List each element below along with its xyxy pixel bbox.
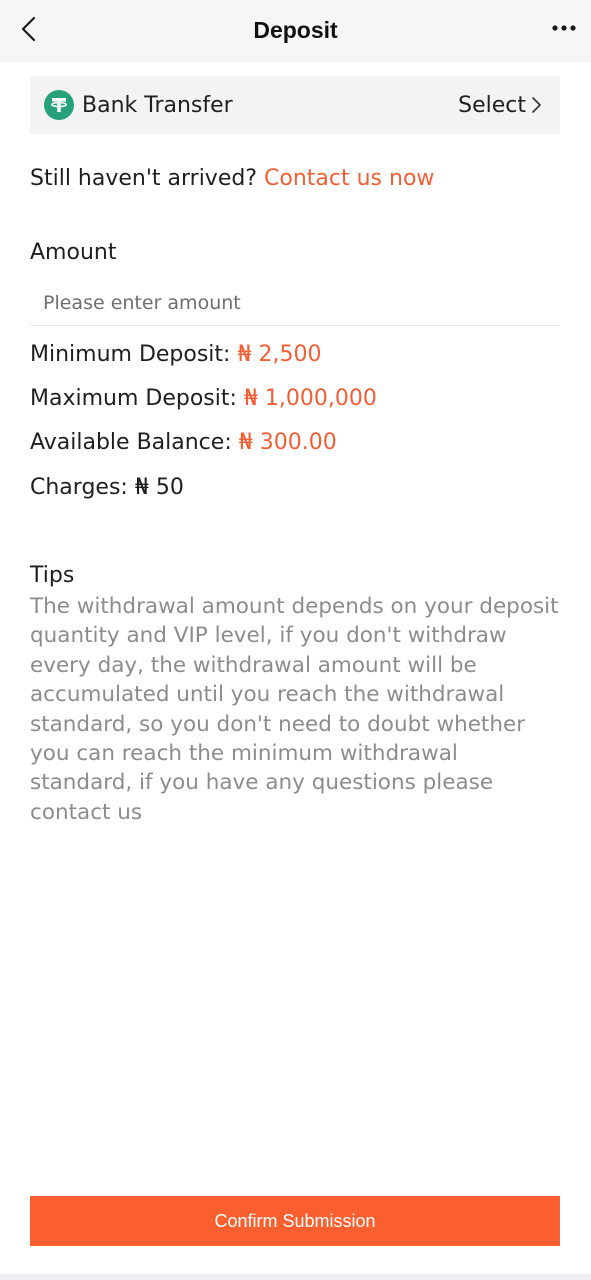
payment-method-name: Bank Transfer — [82, 92, 233, 118]
charges-line: Charges: ₦ 50 — [30, 475, 184, 500]
available-balance-value: ₦ 300.00 — [238, 430, 337, 455]
top-bar: Deposit — [0, 0, 591, 62]
minimum-deposit-line: Minimum Deposit: ₦ 2,500 — [30, 342, 321, 367]
arrival-prompt: Still haven't arrived? — [30, 166, 258, 191]
select-button[interactable]: Select — [458, 93, 542, 118]
tips-title: Tips — [30, 563, 75, 588]
maximum-deposit-label: Maximum Deposit: — [30, 386, 237, 411]
maximum-deposit-line: Maximum Deposit: ₦ 1,000,000 — [30, 386, 377, 411]
payment-method-selector[interactable]: Bank Transfer Select — [30, 76, 560, 134]
more-button[interactable] — [549, 14, 579, 42]
page-title: Deposit — [253, 17, 338, 43]
confirm-submission-button[interactable]: Confirm Submission — [30, 1196, 560, 1246]
select-label: Select — [458, 92, 526, 118]
amount-label: Amount — [30, 240, 117, 265]
deposit-page: Deposit Bank Transfer Select Still haven… — [0, 0, 591, 1280]
amount-input[interactable] — [30, 280, 560, 326]
contact-us-link[interactable]: Contact us now — [264, 166, 434, 191]
charges-label: Charges: — [30, 475, 128, 500]
tips-text: The withdrawal amount depends on your de… — [30, 594, 559, 825]
available-balance-line: Available Balance: ₦ 300.00 — [30, 430, 337, 455]
bottom-edge — [0, 1274, 591, 1280]
maximum-deposit-value: ₦ 1,000,000 — [243, 386, 377, 411]
tether-icon — [44, 90, 74, 120]
minimum-deposit-label: Minimum Deposit: — [30, 342, 231, 367]
arrival-notice: Still haven't arrived? Contact us now — [30, 166, 434, 191]
minimum-deposit-value: ₦ 2,500 — [237, 342, 322, 367]
available-balance-label: Available Balance: — [30, 430, 232, 455]
chevron-right-icon — [532, 97, 541, 113]
more-dots-icon — [552, 25, 576, 31]
charges-value: ₦ 50 — [134, 475, 184, 500]
